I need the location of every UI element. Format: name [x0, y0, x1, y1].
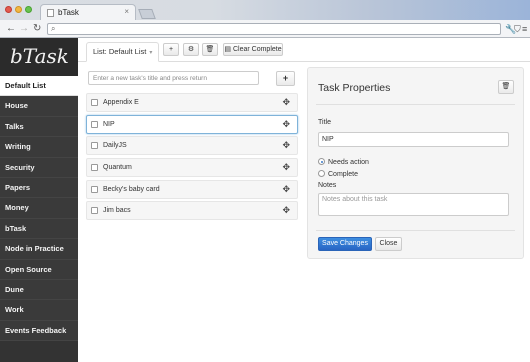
trash-icon: 🗑 — [205, 46, 215, 53]
list-toolbar: List: Default List ▾ + ⚙ 🗑 ▤ Clear Comple… — [78, 38, 530, 62]
sidebar-item-papers[interactable]: Papers — [0, 177, 78, 199]
sidebar-item-node-in-practice[interactable]: Node in Practice — [0, 239, 78, 260]
notes-label: Notes — [318, 182, 337, 189]
gear-icon: ⚙ — [187, 46, 195, 53]
close-tab-icon[interactable]: × — [124, 7, 129, 16]
task-checkbox[interactable] — [91, 207, 98, 215]
notes-field[interactable] — [318, 193, 509, 216]
save-changes-button[interactable]: Save Changes — [318, 237, 372, 251]
task-title: Becky's baby card — [103, 185, 160, 193]
task-title-field[interactable] — [318, 132, 509, 147]
sidebar-item-money[interactable]: Money — [0, 198, 78, 219]
title-label: Title — [318, 119, 331, 126]
status-complete-option[interactable]: Complete — [318, 170, 358, 178]
task-item[interactable]: Jim bacs ✥ — [86, 201, 298, 221]
sidebar-item-work[interactable]: Work — [0, 300, 78, 321]
trash-icon: 🗑 — [501, 83, 511, 90]
complete-label: Complete — [328, 171, 358, 178]
browser-tab[interactable]: bTask × — [40, 4, 136, 20]
status-needs-action-option[interactable]: Needs action — [318, 158, 369, 166]
chevron-down-icon: ▾ — [149, 50, 153, 56]
task-item[interactable]: NIP ✥ — [86, 114, 298, 134]
divider — [316, 104, 515, 105]
task-checkbox[interactable] — [91, 120, 98, 128]
plus-icon: + — [282, 73, 289, 83]
sidebar-item-open-source[interactable]: Open Source — [0, 259, 78, 280]
back-icon[interactable]: ← — [6, 23, 16, 35]
address-bar[interactable]: ⌕ — [47, 23, 501, 35]
list-selector-label: List: Default List — [93, 47, 147, 56]
move-icon[interactable]: ✥ — [282, 202, 290, 219]
shield-icon[interactable]: ⛉ — [514, 23, 521, 35]
divider — [316, 230, 515, 231]
radio-selected[interactable] — [318, 158, 325, 165]
new-tab-button[interactable] — [138, 9, 156, 19]
browser-chrome: bTask × ← → ↻ ⌕ 🔧 ⛉ ≡ — [0, 0, 530, 38]
move-icon[interactable]: ✥ — [282, 159, 290, 176]
move-icon[interactable]: ✥ — [282, 137, 290, 154]
task-item[interactable]: Becky's baby card ✥ — [86, 179, 298, 199]
task-title: Jim bacs — [103, 207, 131, 215]
list-icon: ▤ — [224, 46, 232, 53]
sidebar-item-talks[interactable]: Talks — [0, 116, 78, 138]
page-icon — [47, 9, 54, 17]
task-checkbox[interactable] — [91, 185, 98, 193]
close-window-button[interactable] — [5, 6, 12, 13]
task-title: Appendix E — [103, 99, 139, 106]
move-icon[interactable]: ✥ — [282, 116, 290, 133]
sidebar-item-btask[interactable]: bTask — [0, 218, 78, 240]
tab-title: bTask — [58, 8, 79, 17]
tab-strip: bTask × — [0, 0, 530, 20]
add-task-button[interactable]: + — [276, 71, 295, 86]
close-button[interactable]: Close — [375, 237, 402, 251]
task-checkbox[interactable] — [91, 142, 98, 150]
delete-list-button[interactable]: 🗑 — [202, 43, 218, 56]
forward-icon[interactable]: → — [19, 23, 29, 35]
task-list: Appendix E ✥ NIP ✥ DailyJS ✥ Quantum ✥ B… — [86, 93, 298, 223]
zoom-window-button[interactable] — [25, 6, 32, 13]
task-checkbox[interactable] — [91, 164, 98, 172]
minimize-window-button[interactable] — [15, 6, 22, 13]
panel-title: Task Properties — [318, 82, 391, 94]
list-nav: Default List House Talks Writing Securit… — [0, 76, 78, 342]
task-item[interactable]: DailyJS ✥ — [86, 136, 298, 156]
move-icon[interactable]: ✥ — [282, 181, 290, 198]
sidebar-item-events-feedback[interactable]: Events Feedback — [0, 320, 78, 342]
list-selector-tab[interactable]: List: Default List ▾ — [86, 42, 160, 62]
task-checkbox[interactable] — [91, 99, 98, 106]
list-settings-button[interactable]: ⚙ — [183, 43, 199, 56]
menu-icon[interactable]: ≡ — [522, 23, 527, 35]
sidebar-item-security[interactable]: Security — [0, 157, 78, 178]
browser-toolbar: ← → ↻ ⌕ 🔧 ⛉ ≡ — [0, 20, 530, 38]
plus-icon: + — [168, 46, 174, 53]
delete-task-button[interactable]: 🗑 — [498, 80, 514, 94]
task-title: DailyJS — [103, 142, 127, 150]
clear-complete-button[interactable]: ▤ Clear Complete — [223, 43, 283, 56]
sidebar-item-default-list[interactable]: Default List — [0, 76, 78, 97]
sidebar-item-dune[interactable]: Dune — [0, 279, 78, 301]
task-properties-panel: Task Properties 🗑 Title Needs action Com… — [307, 67, 524, 259]
main-content: List: Default List ▾ + ⚙ 🗑 ▤ Clear Comple… — [78, 38, 530, 362]
search-icon: ⌕ — [51, 24, 56, 33]
task-title: NIP — [103, 120, 115, 128]
task-item[interactable]: Appendix E ✥ — [86, 93, 298, 112]
task-item[interactable]: Quantum ✥ — [86, 158, 298, 178]
clear-complete-label: Clear Complete — [232, 46, 282, 53]
radio-unselected[interactable] — [318, 170, 325, 177]
app-logo: bTask — [0, 38, 78, 76]
sidebar: bTask Default List House Talks Writing S… — [0, 38, 78, 362]
move-icon[interactable]: ✥ — [282, 94, 290, 111]
new-task-input[interactable] — [88, 71, 259, 85]
sidebar-item-house[interactable]: House — [0, 96, 78, 117]
add-list-button[interactable]: + — [163, 43, 179, 56]
sidebar-item-writing[interactable]: Writing — [0, 137, 78, 158]
reload-icon[interactable]: ↻ — [33, 23, 41, 35]
task-title: Quantum — [103, 164, 132, 172]
needs-action-label: Needs action — [328, 159, 369, 166]
